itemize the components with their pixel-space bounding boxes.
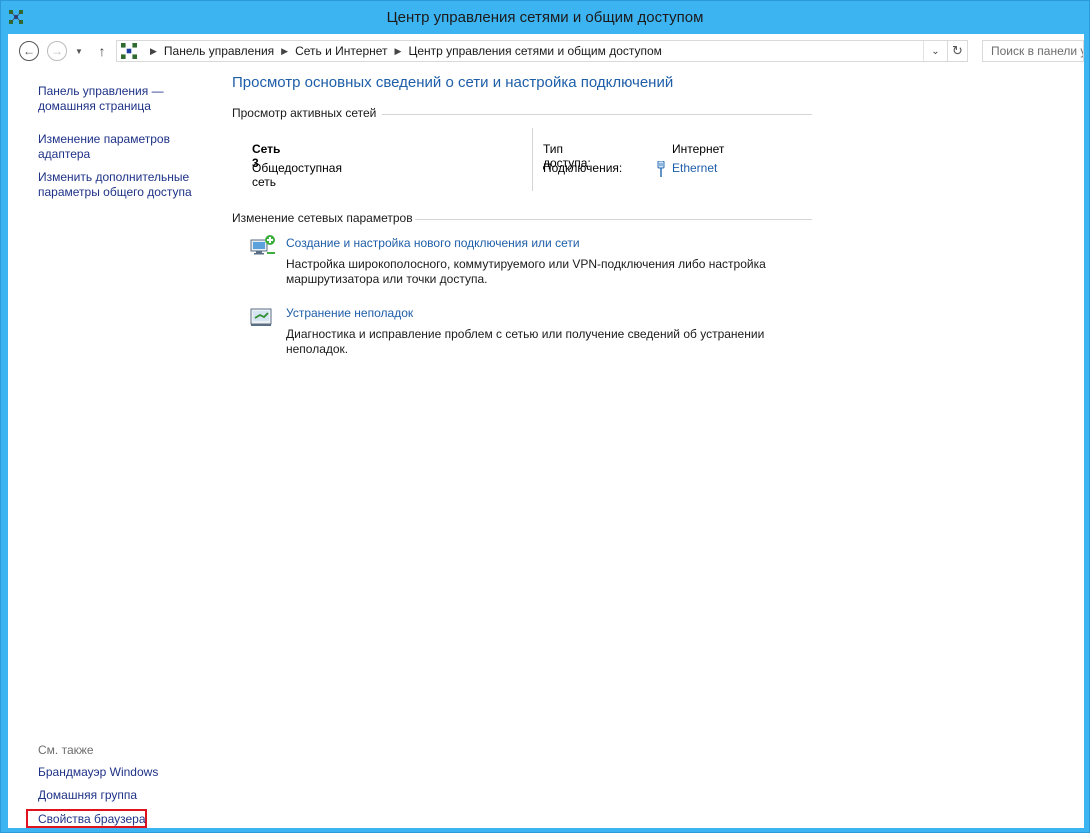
sidebar-link-line: Изменить дополнительные [38,170,190,184]
connections-label: Подключения: [543,161,623,175]
sidebar: Панель управления — домашняя страница Из… [8,68,208,828]
breadcrumb-control-panel[interactable]: Панель управления [164,44,274,58]
window-title: Центр управления сетями и общим доступом [386,9,704,26]
chevron-down-icon: ▼ [75,46,83,56]
search-input[interactable]: Поиск в панели у [982,40,1084,62]
sidebar-link-line: Панель управления — [38,84,164,98]
section-divider [415,219,812,220]
refresh-icon: ↻ [952,43,963,58]
breadcrumb-separator-icon[interactable]: ▶ [395,46,402,57]
refresh-button[interactable]: ↻ [948,40,968,62]
network-type[interactable]: Общедоступная сеть [252,161,342,189]
recent-locations-button[interactable]: ▼ [72,40,86,62]
up-button[interactable]: ↑ [94,40,110,62]
troubleshoot-description: Диагностика и исправление проблем с сеть… [286,327,796,357]
new-connection-description: Настройка широкополосного, коммутируемог… [286,257,796,287]
sidebar-link-line: Изменение параметров [38,132,170,146]
new-connection-icon [250,235,275,255]
back-button[interactable]: ← [18,40,40,62]
description-line: Настройка широкополосного, коммутируемог… [286,257,766,271]
forward-arrow-icon: → [47,41,67,61]
breadcrumb-network-internet[interactable]: Сеть и Интернет [295,44,387,58]
navigation-bar: ← → ▼ ↑ ▶ Панель управления ▶ Сеть и Инт… [8,34,1084,68]
description-line: Диагностика и исправление проблем с сеть… [286,327,765,341]
change-settings-header: Изменение сетевых параметров [232,211,413,225]
forward-button[interactable]: → [46,40,68,62]
arrow-up-icon: ↑ [98,43,106,59]
sidebar-link-homegroup[interactable]: Домашняя группа [38,788,137,802]
see-also-label: См. также [38,743,94,757]
title-bar: Центр управления сетями и общим доступом [1,1,1089,34]
vertical-divider [532,128,533,191]
breadcrumb-network-center[interactable]: Центр управления сетями и общим доступом [408,44,662,58]
address-dropdown-button[interactable]: ⌄ [923,41,947,61]
sidebar-link-line: параметры общего доступа [38,185,192,199]
description-line: маршрутизатора или точки доступа. [286,272,488,286]
sidebar-link-control-panel-home[interactable]: Панель управления — домашняя страница [38,84,164,114]
breadcrumb-separator-icon[interactable]: ▶ [281,46,288,57]
new-connection-link[interactable]: Создание и настройка нового подключения … [286,236,580,250]
breadcrumb-separator-icon[interactable]: ▶ [150,46,157,57]
sidebar-link-adapter-settings[interactable]: Изменение параметров адаптера [38,132,170,162]
address-bar[interactable]: ▶ Панель управления ▶ Сеть и Интернет ▶ … [116,40,948,62]
chevron-down-icon: ⌄ [931,45,940,57]
sidebar-link-windows-firewall[interactable]: Брандмауэр Windows [38,765,158,779]
back-arrow-icon: ← [19,41,39,61]
troubleshoot-link[interactable]: Устранение неполадок [286,306,413,320]
sidebar-link-internet-options[interactable]: Свойства браузера [38,812,146,826]
network-center-icon [121,43,137,59]
sidebar-link-line: адаптера [38,147,91,161]
sidebar-link-line: домашняя страница [38,99,151,113]
description-line: неполадок. [286,342,349,356]
window: Центр управления сетями и общим доступом… [0,0,1090,833]
access-type-value: Интернет [672,142,725,156]
ethernet-icon [657,161,665,177]
page-title: Просмотр основных сведений о сети и наст… [232,74,674,91]
troubleshoot-icon [250,308,272,326]
section-divider [382,114,812,115]
sidebar-link-advanced-sharing[interactable]: Изменить дополнительные параметры общего… [38,170,192,200]
ethernet-connection-link[interactable]: Ethernet [672,161,717,175]
content-area: Панель управления — домашняя страница Из… [8,68,1084,828]
active-networks-header: Просмотр активных сетей [232,106,377,120]
